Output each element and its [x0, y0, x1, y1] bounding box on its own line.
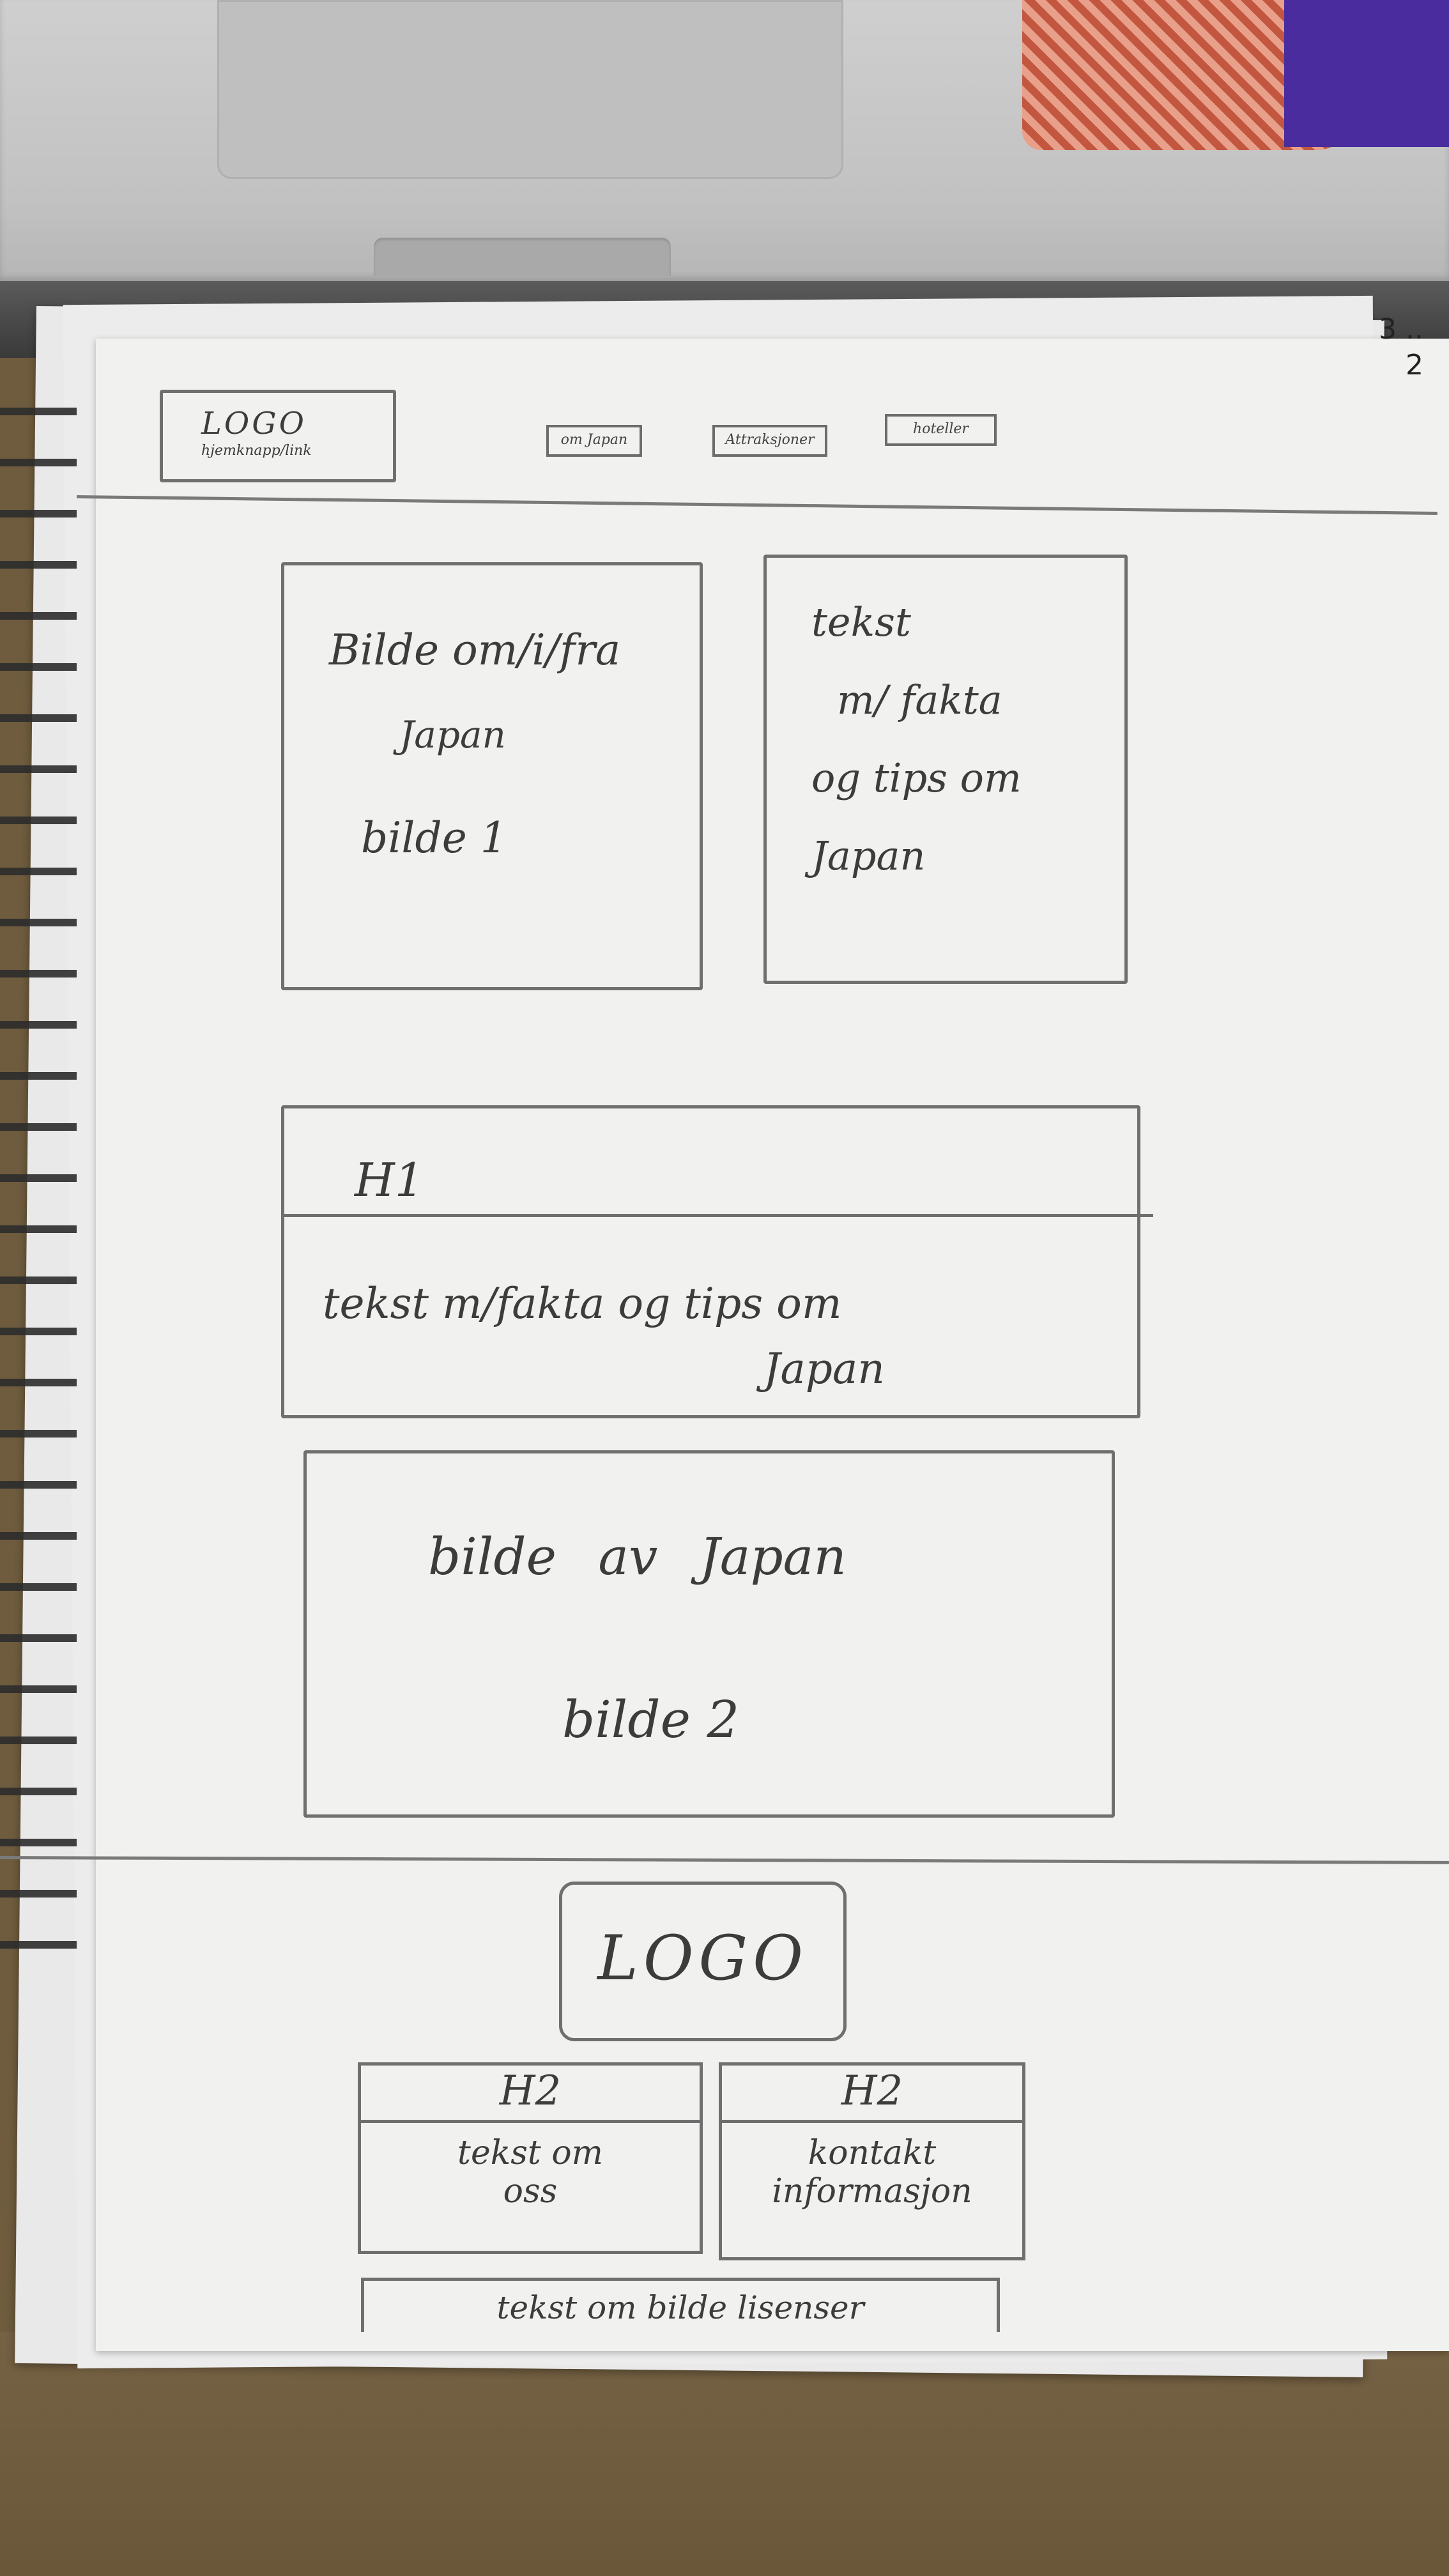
nav-attraksjoner[interactable]: Attraksjoner [712, 425, 827, 457]
laptop-sticker-purple [1284, 0, 1449, 147]
h1-text-line2: Japan [763, 1344, 885, 1394]
text-box-1-line3: og tips om [811, 755, 1022, 801]
image-box-2: bilde av Japan bilde 2 [303, 1450, 1115, 1818]
header-logo-subtitle: hjemknapp/link [201, 443, 312, 459]
h1-text: tekst m/fakta og tips om Japan [323, 1271, 1128, 1402]
footer-column-contact: H2 kontakt informasjon [719, 2062, 1025, 2260]
h1-divider [284, 1214, 1153, 1217]
footer-column-about-text-2: oss [503, 2172, 558, 2211]
footer-column-about-heading: H2 [361, 2066, 700, 2123]
nav-om-japan[interactable]: om Japan [546, 425, 642, 457]
text-box-1: tekst m/ fakta og tips om Japan [763, 555, 1128, 984]
laptop-base [0, 0, 1449, 281]
text-box-1-line2: m/ fakta [837, 677, 1002, 723]
text-box-1-line4: Japan [811, 832, 926, 879]
footer-column-contact-text-1: kontakt [808, 2134, 937, 2172]
footer-logo[interactable]: LOGO [559, 1882, 847, 2041]
header-logo-title: LOGO [201, 406, 307, 441]
laptop-notch [374, 238, 671, 276]
nav-hoteller[interactable]: hoteller [885, 414, 997, 446]
footer-license-text: tekst om bilde lisenser [361, 2278, 1000, 2332]
text-box-1-line1: tekst [811, 599, 911, 645]
h1-text-line1: tekst m/fakta og tips om [323, 1279, 842, 1328]
image-box-2-label: bilde 2 [562, 1690, 740, 1749]
laptop-trackpad [217, 0, 843, 179]
h1-section: H1 tekst m/fakta og tips om Japan [281, 1105, 1153, 1418]
notebook-spiral [0, 383, 77, 1949]
footer-column-about-text-1: tekst om [457, 2134, 603, 2172]
image-box-1-label: bilde 1 [361, 813, 507, 862]
footer-column-contact-heading: H2 [722, 2066, 1022, 2123]
h1-heading: H1 [355, 1153, 424, 1207]
image-box-2-line1: bilde av Japan [428, 1527, 847, 1586]
page-numbers: 3 .. 2 [1379, 312, 1423, 383]
page-number-top: 3 .. [1379, 313, 1423, 346]
image-box-1: Bilde om/i/fra Japan bilde 1 [281, 562, 703, 990]
page-number-bottom: 2 [1406, 349, 1423, 381]
footer-column-contact-text-2: informasjon [772, 2172, 972, 2211]
image-box-1-line2: Japan [399, 713, 506, 756]
footer-column-about: H2 tekst om oss [358, 2062, 703, 2254]
image-box-1-line1: Bilde om/i/fra [329, 625, 621, 675]
header-logo[interactable]: LOGO hjemknapp/link [160, 390, 396, 482]
